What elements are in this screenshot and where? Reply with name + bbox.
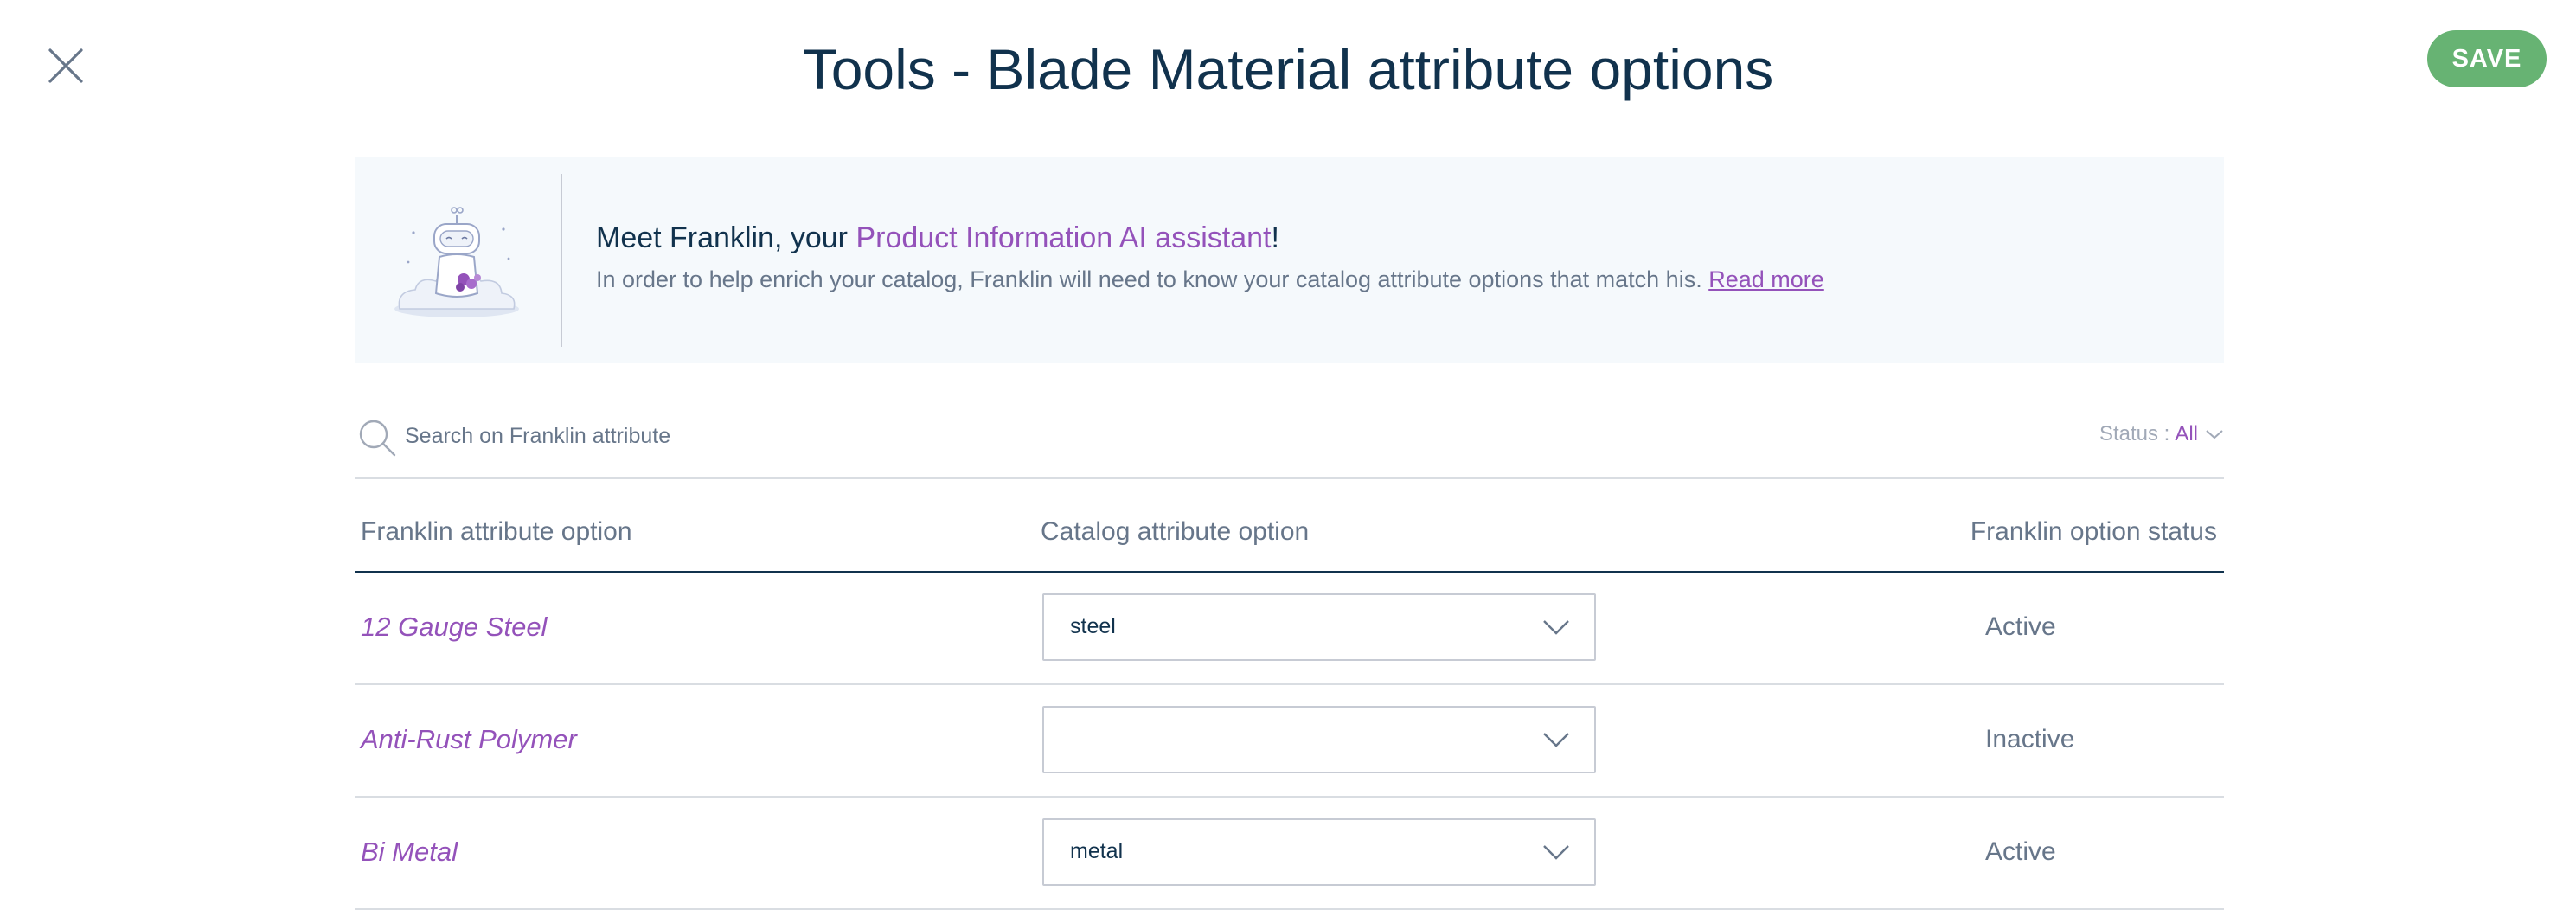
- franklin-option-link[interactable]: Bi Metal: [361, 836, 458, 868]
- catalog-option-select[interactable]: [1042, 706, 1596, 773]
- column-header-status: Franklin option status: [1970, 517, 2217, 546]
- status-filter-dropdown[interactable]: Status : All: [2099, 422, 2224, 446]
- banner-title: Meet Franklin, your Product Information …: [596, 219, 1279, 257]
- banner-title-suffix: !: [1271, 221, 1279, 254]
- column-header-franklin-option: Franklin attribute option: [361, 517, 632, 546]
- franklin-option-link[interactable]: 12 Gauge Steel: [361, 612, 547, 643]
- catalog-option-select[interactable]: steel: [1042, 593, 1596, 661]
- chevron-down-icon: [1543, 620, 1569, 635]
- banner-description: In order to help enrich your catalog, Fr…: [596, 264, 1824, 295]
- table-header: Franklin attribute option Catalog attrib…: [355, 481, 2224, 573]
- catalog-option-select[interactable]: metal: [1042, 818, 1596, 886]
- chevron-down-icon: [1543, 845, 1569, 860]
- status-text: Active: [1985, 837, 2056, 866]
- table-row: Anti-Rust Polymer Inactive: [355, 685, 2224, 798]
- table-row: 12 Gauge Steel steel Active: [355, 573, 2224, 685]
- banner-description-text: In order to help enrich your catalog, Fr…: [596, 266, 1709, 292]
- status-text: Inactive: [1985, 725, 2075, 753]
- catalog-option-value: metal: [1070, 839, 1124, 863]
- franklin-banner: Meet Franklin, your Product Information …: [355, 157, 2224, 363]
- search-input[interactable]: [405, 419, 1183, 453]
- table-row: Bi Metal metal Active: [355, 798, 2224, 910]
- chevron-down-icon: [2206, 430, 2223, 439]
- banner-title-prefix: Meet Franklin, your: [596, 221, 856, 254]
- read-more-link[interactable]: Read more: [1708, 266, 1824, 292]
- franklin-robot-illustration: [394, 207, 519, 317]
- search-icon: [359, 420, 396, 457]
- attribute-options-table: Franklin attribute option Catalog attrib…: [355, 481, 2224, 910]
- page-title: Tools - Blade Material attribute options: [802, 37, 1774, 101]
- banner-title-link[interactable]: Product Information AI assistant: [855, 221, 1271, 254]
- status-filter-value: All: [2175, 422, 2198, 445]
- catalog-option-value: steel: [1070, 614, 1116, 638]
- save-button[interactable]: SAVE: [2427, 30, 2547, 87]
- column-header-catalog-option: Catalog attribute option: [1041, 517, 1310, 546]
- status-filter-label: Status :: [2099, 422, 2170, 445]
- franklin-option-link[interactable]: Anti-Rust Polymer: [361, 724, 577, 755]
- status-text: Active: [1985, 612, 2056, 641]
- chevron-down-icon: [1543, 733, 1569, 747]
- search-bar: Status : All: [355, 413, 2224, 479]
- banner-divider: [561, 174, 562, 347]
